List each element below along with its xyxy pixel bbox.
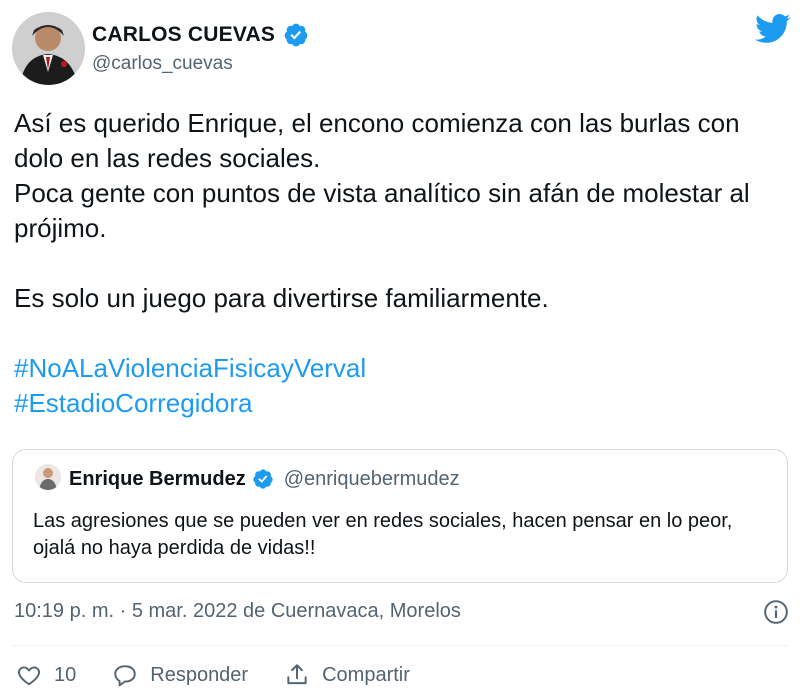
quoted-tweet-card[interactable]: Enrique Bermudez @enriquebermudez Las ag…: [12, 449, 788, 583]
heart-icon: [18, 666, 40, 686]
verified-icon: [253, 469, 273, 489]
quoted-handle[interactable]: @enriquebermudez: [284, 468, 460, 491]
share-icon: [287, 664, 307, 685]
divider: [12, 645, 788, 646]
author-name-row: CARLOS CUEVAS: [92, 20, 309, 50]
quoted-author-avatar[interactable]: [35, 464, 61, 490]
share-label: Compartir: [322, 663, 410, 686]
twitter-bird-icon[interactable]: [755, 14, 791, 44]
tweet-line: Es solo un juego para divertirse familia…: [14, 283, 549, 313]
hashtag-link[interactable]: #EstadioCorregidora: [14, 386, 784, 421]
author-avatar-image: [12, 12, 85, 85]
author-handle[interactable]: @carlos_cuevas: [92, 53, 233, 75]
quoted-tweet-text: Las agresiones que se pueden ver en rede…: [33, 510, 733, 559]
tweet-text: Así es querido Enrique, el encono comien…: [14, 106, 784, 421]
verified-icon: [284, 23, 308, 47]
info-icon[interactable]: [763, 599, 789, 625]
hashtag-link[interactable]: #NoALaViolenciaFisicayVerval: [14, 351, 784, 386]
reply-bubble-icon: [114, 665, 136, 687]
quoted-author-row: Enrique Bermudez @enriquebermudez: [69, 466, 460, 492]
quoted-display-name[interactable]: Enrique Bermudez: [69, 468, 246, 491]
share-button[interactable]: Compartir: [284, 662, 410, 688]
tweet-line: Así es querido Enrique, el encono comien…: [14, 108, 740, 173]
reply-label: Responder: [150, 663, 249, 686]
tweet-actions: 10 Responder Compartir: [16, 660, 410, 690]
quoted-avatar-image: [35, 464, 61, 490]
author-avatar[interactable]: [12, 12, 85, 85]
author-display-name[interactable]: CARLOS CUEVAS: [92, 23, 275, 47]
like-count: 10: [54, 663, 77, 686]
tweet-timestamp[interactable]: 10:19 p. m. · 5 mar. 2022 de Cuernavaca,…: [14, 600, 461, 623]
like-button[interactable]: 10: [16, 662, 76, 688]
tweet-line: Poca gente con puntos de vista analítico…: [14, 178, 750, 243]
reply-button[interactable]: Responder: [112, 662, 248, 688]
